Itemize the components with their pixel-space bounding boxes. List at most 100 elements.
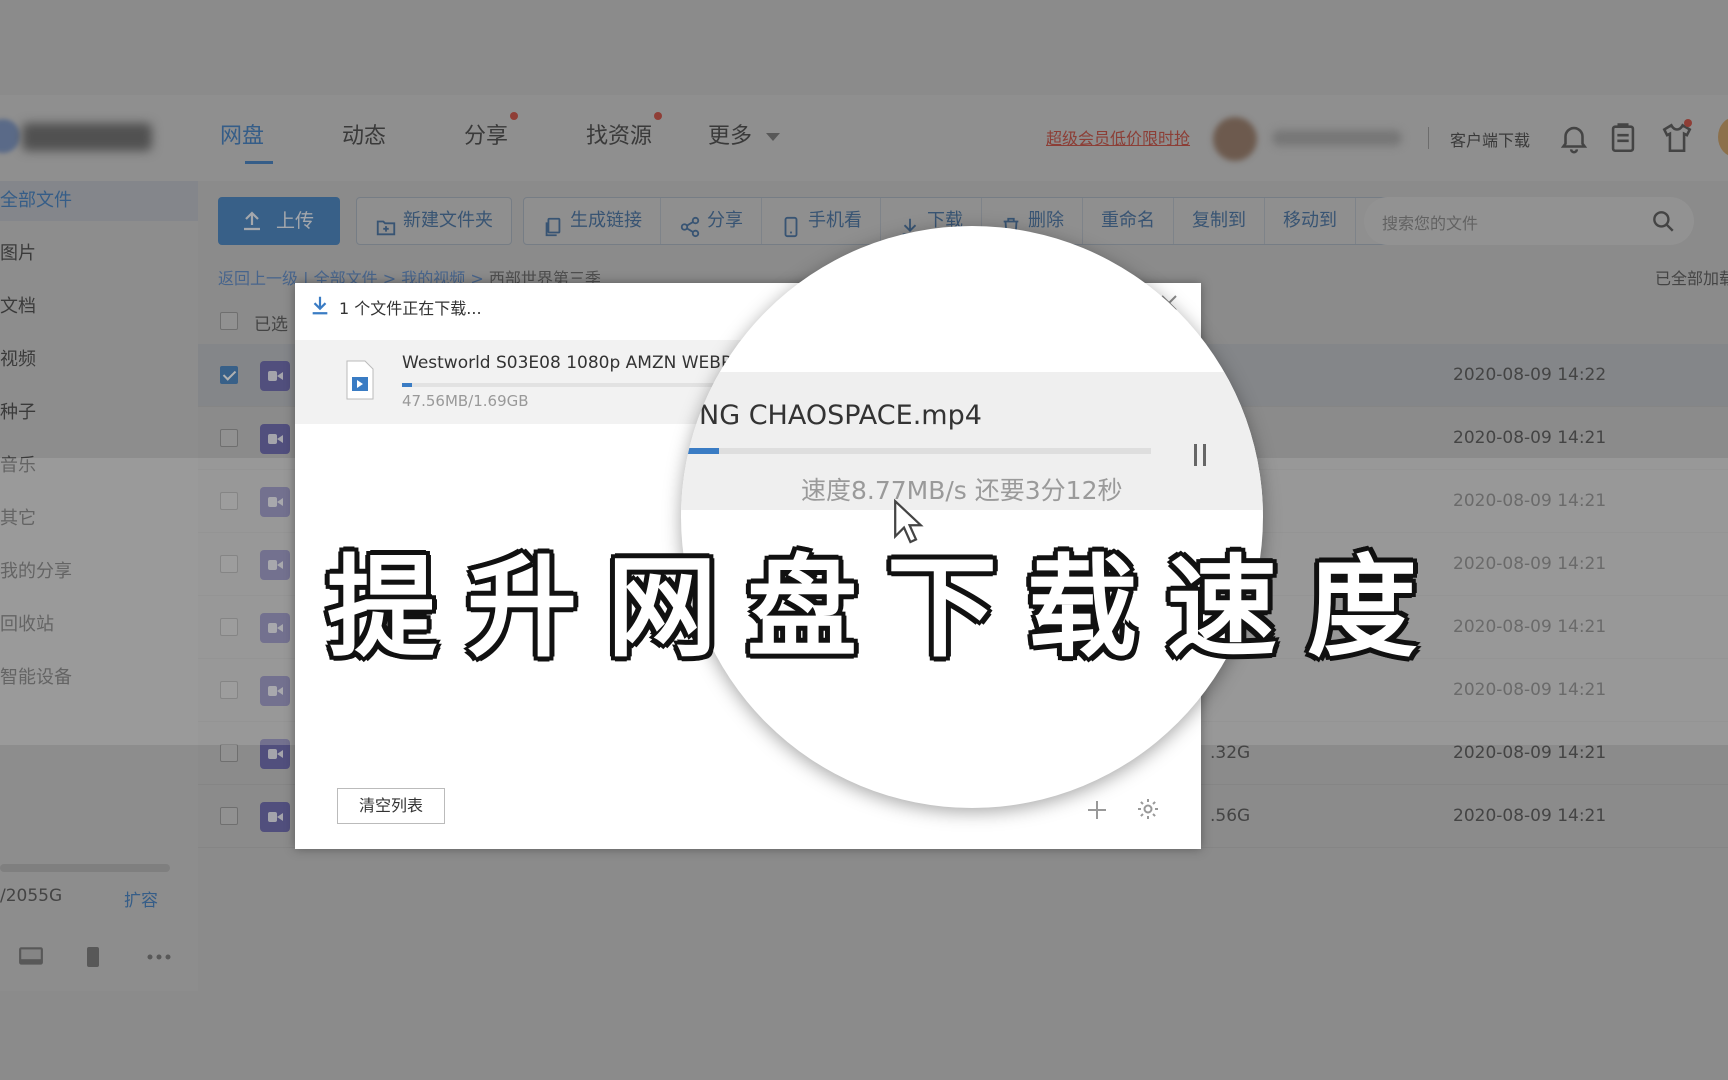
clear-list-button[interactable]: 清空列表	[337, 788, 445, 824]
bell-icon[interactable]	[1557, 121, 1591, 155]
breadcrumb-back-link[interactable]: 返回上一级	[218, 269, 298, 288]
share-icon	[679, 210, 701, 238]
caption-char: 速	[1167, 544, 1277, 672]
logo-mark-icon	[0, 119, 20, 153]
row-checkbox[interactable]	[220, 429, 238, 447]
download-icon	[899, 210, 921, 236]
phone-view-button[interactable]: 手机看	[762, 198, 881, 244]
dialog-title: 1 个文件正在下载...	[339, 299, 482, 318]
generate-link-button[interactable]: 生成链接	[524, 198, 661, 244]
share-button[interactable]: 分享	[661, 198, 762, 244]
username-blurred[interactable]	[1272, 130, 1402, 146]
file-size: .32G	[1210, 743, 1251, 763]
app-logo[interactable]	[0, 113, 160, 159]
pc-icon[interactable]	[18, 946, 44, 968]
video-file-icon	[260, 802, 290, 832]
search-icon[interactable]	[1650, 208, 1676, 234]
video-file-icon	[260, 424, 290, 454]
button-label: 复制到	[1192, 210, 1246, 231]
button-label: 手机看	[808, 210, 862, 231]
magnified-file-name: NG CHAOSPACE.mp4	[699, 400, 982, 431]
row-checkbox[interactable]	[220, 744, 238, 762]
caption-char: 网	[607, 544, 717, 672]
select-all-checkbox[interactable]	[220, 312, 238, 330]
mobile-icon[interactable]	[84, 946, 102, 968]
skin-avatar[interactable]	[1718, 117, 1728, 157]
caption-char: 载	[1027, 544, 1137, 672]
client-download-link[interactable]: 客户端下载	[1450, 127, 1530, 151]
chevron-down-icon	[766, 133, 781, 141]
upload-button[interactable]: 上传	[218, 197, 340, 245]
top-navigation: 网盘 动态 分享 找资源 更多 超级会员低价限时抢 客户端下载	[0, 95, 1728, 181]
notification-dot	[654, 112, 662, 120]
mouse-cursor-icon	[891, 498, 925, 546]
task-file-name: Westworld S03E08 1080p AMZN WEBRip	[402, 353, 742, 373]
loaded-status: 已全部加载	[1655, 269, 1728, 288]
new-folder-group: 新建文件夹	[356, 197, 512, 245]
button-label: 移动到	[1283, 210, 1337, 231]
new-folder-button[interactable]: 新建文件夹	[357, 198, 511, 244]
tab-label: 找资源	[586, 124, 653, 149]
caption-char: 度	[1307, 544, 1417, 672]
video-file-icon	[345, 360, 375, 400]
clipboard-icon[interactable]	[1606, 121, 1640, 155]
plus-icon[interactable]	[1085, 798, 1109, 822]
button-label: 重命名	[1101, 210, 1155, 231]
caption-char: 下	[887, 544, 997, 672]
tab-label: 分享	[464, 124, 509, 149]
modified-date: 2020-08-09 14:21	[1453, 806, 1607, 826]
row-checkbox[interactable]	[220, 366, 238, 384]
more-dots-icon[interactable]	[146, 946, 172, 968]
magnified-progress-fill	[681, 448, 719, 454]
notification-dot	[1684, 119, 1692, 127]
tab-label: 更多	[708, 124, 753, 149]
tab-find-resources[interactable]: 找资源	[586, 95, 708, 181]
tab-netdisk[interactable]: 网盘	[220, 95, 342, 181]
new-folder-label: 新建文件夹	[403, 210, 493, 231]
button-label: 分享	[707, 210, 743, 231]
caption-char: 盘	[747, 544, 857, 672]
search-placeholder: 搜索您的文件	[1382, 214, 1479, 233]
new-folder-icon	[375, 210, 397, 236]
tab-share[interactable]: 分享	[464, 95, 586, 181]
row-checkbox[interactable]	[220, 807, 238, 825]
tab-label: 动态	[342, 124, 387, 149]
tab-more[interactable]: 更多	[708, 95, 830, 181]
move-to-button[interactable]: 移动到	[1265, 198, 1356, 244]
vip-promo-link[interactable]: 超级会员低价限时抢	[1046, 125, 1190, 149]
phone-icon	[780, 210, 802, 238]
modified-date: 2020-08-09 14:21	[1453, 743, 1607, 763]
button-label: 生成链接	[570, 210, 642, 231]
nav-tabs: 网盘 动态 分享 找资源 更多	[220, 95, 830, 181]
video-caption: 提 升 网 盘 下 载 速 度	[312, 548, 1432, 668]
avatar[interactable]	[1213, 117, 1257, 161]
tab-label: 网盘	[220, 124, 265, 149]
gear-icon[interactable]	[1136, 797, 1160, 821]
selected-count-label: 已选	[254, 315, 288, 335]
copy-to-button[interactable]: 复制到	[1174, 198, 1265, 244]
pause-icon[interactable]	[1191, 444, 1211, 466]
modified-date: 2020-08-09 14:21	[1453, 428, 1607, 448]
caption-char: 提	[327, 544, 437, 672]
task-size-text: 47.56MB/1.69GB	[402, 392, 529, 410]
expand-storage-link[interactable]: 扩容	[124, 886, 158, 911]
rename-button[interactable]: 重命名	[1083, 198, 1174, 244]
caption-char: 升	[467, 544, 577, 672]
file-size: .56G	[1210, 806, 1251, 826]
sidebar-item-videos[interactable]: 视频	[0, 340, 198, 380]
magnifier-lens: NG CHAOSPACE.mp4 速度8.77MB/s 还要3分12秒	[681, 226, 1263, 808]
link-icon	[542, 210, 564, 237]
sidebar-item-images[interactable]: 图片	[0, 234, 198, 274]
divider	[1428, 127, 1429, 149]
upload-label: 上传	[276, 210, 315, 232]
logo-text-blurred	[22, 123, 152, 151]
search-input[interactable]: 搜索您的文件	[1364, 197, 1694, 245]
sidebar-item-documents[interactable]: 文档	[0, 287, 198, 327]
notification-dot	[510, 112, 518, 120]
download-speed-text: 速度8.77MB/s 还要3分12秒	[801, 476, 1123, 505]
video-file-icon	[260, 361, 290, 391]
task-progress-fill	[402, 383, 413, 387]
sidebar-item-all-files[interactable]: 全部文件	[0, 181, 198, 221]
sidebar-item-torrents[interactable]: 种子	[0, 393, 198, 433]
tab-activity[interactable]: 动态	[342, 95, 464, 181]
